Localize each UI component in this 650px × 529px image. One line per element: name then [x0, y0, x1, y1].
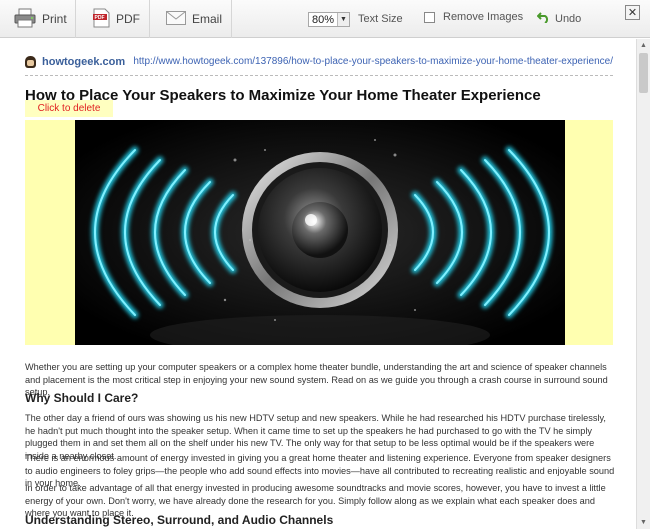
print-button[interactable]: Print [0, 0, 76, 38]
article-view: howtogeek.com http://www.howtogeek.com/1… [0, 39, 636, 529]
zoom-select[interactable]: 80% ▼ [308, 12, 350, 27]
site-favicon-icon [25, 56, 36, 68]
email-button[interactable]: Email [150, 0, 232, 38]
chevron-down-icon: ▼ [337, 13, 349, 26]
speaker-hero-image[interactable] [75, 120, 565, 345]
remove-images-checkbox[interactable] [424, 11, 435, 23]
undo-icon [536, 11, 550, 26]
zoom-value: 80% [312, 13, 335, 26]
close-icon: ✕ [627, 7, 638, 19]
envelope-icon [166, 10, 186, 28]
undo-label: Undo [555, 12, 582, 25]
source-bar: howtogeek.com http://www.howtogeek.com/1… [25, 53, 613, 76]
pdf-button[interactable]: PDF PDF [76, 0, 150, 38]
source-url-link[interactable]: http://www.howtogeek.com/137896/how-to-p… [133, 56, 613, 67]
remove-images-toggle[interactable]: Remove Images [424, 11, 523, 23]
vertical-scrollbar[interactable]: ▲ ▼ [636, 39, 650, 529]
email-label: Email [192, 12, 223, 26]
section-heading-why-care: Why Should I Care? [25, 391, 139, 405]
remove-images-label: Remove Images [443, 11, 524, 23]
scroll-down-arrow-icon[interactable]: ▼ [637, 516, 650, 529]
print-label: Print [42, 12, 67, 26]
scrollbar-thumb[interactable] [639, 53, 648, 93]
printer-icon [14, 8, 36, 31]
undo-button[interactable]: Undo [536, 11, 582, 26]
click-to-delete-hint[interactable]: Click to delete [25, 100, 113, 117]
toolbar: Print PDF PDF Email 80% ▼ Text Size Remo… [0, 0, 650, 38]
pdf-icon: PDF [93, 8, 110, 31]
pdf-label: PDF [116, 12, 140, 26]
close-button[interactable]: ✕ [625, 5, 640, 20]
scroll-up-arrow-icon[interactable]: ▲ [637, 39, 650, 52]
site-name: howtogeek.com [42, 56, 126, 68]
svg-text:PDF: PDF [95, 15, 105, 21]
text-size-label: Text Size [358, 13, 403, 25]
hero-image-container[interactable] [25, 120, 613, 345]
section-heading-stereo-surround: Understanding Stereo, Surround, and Audi… [25, 513, 334, 527]
